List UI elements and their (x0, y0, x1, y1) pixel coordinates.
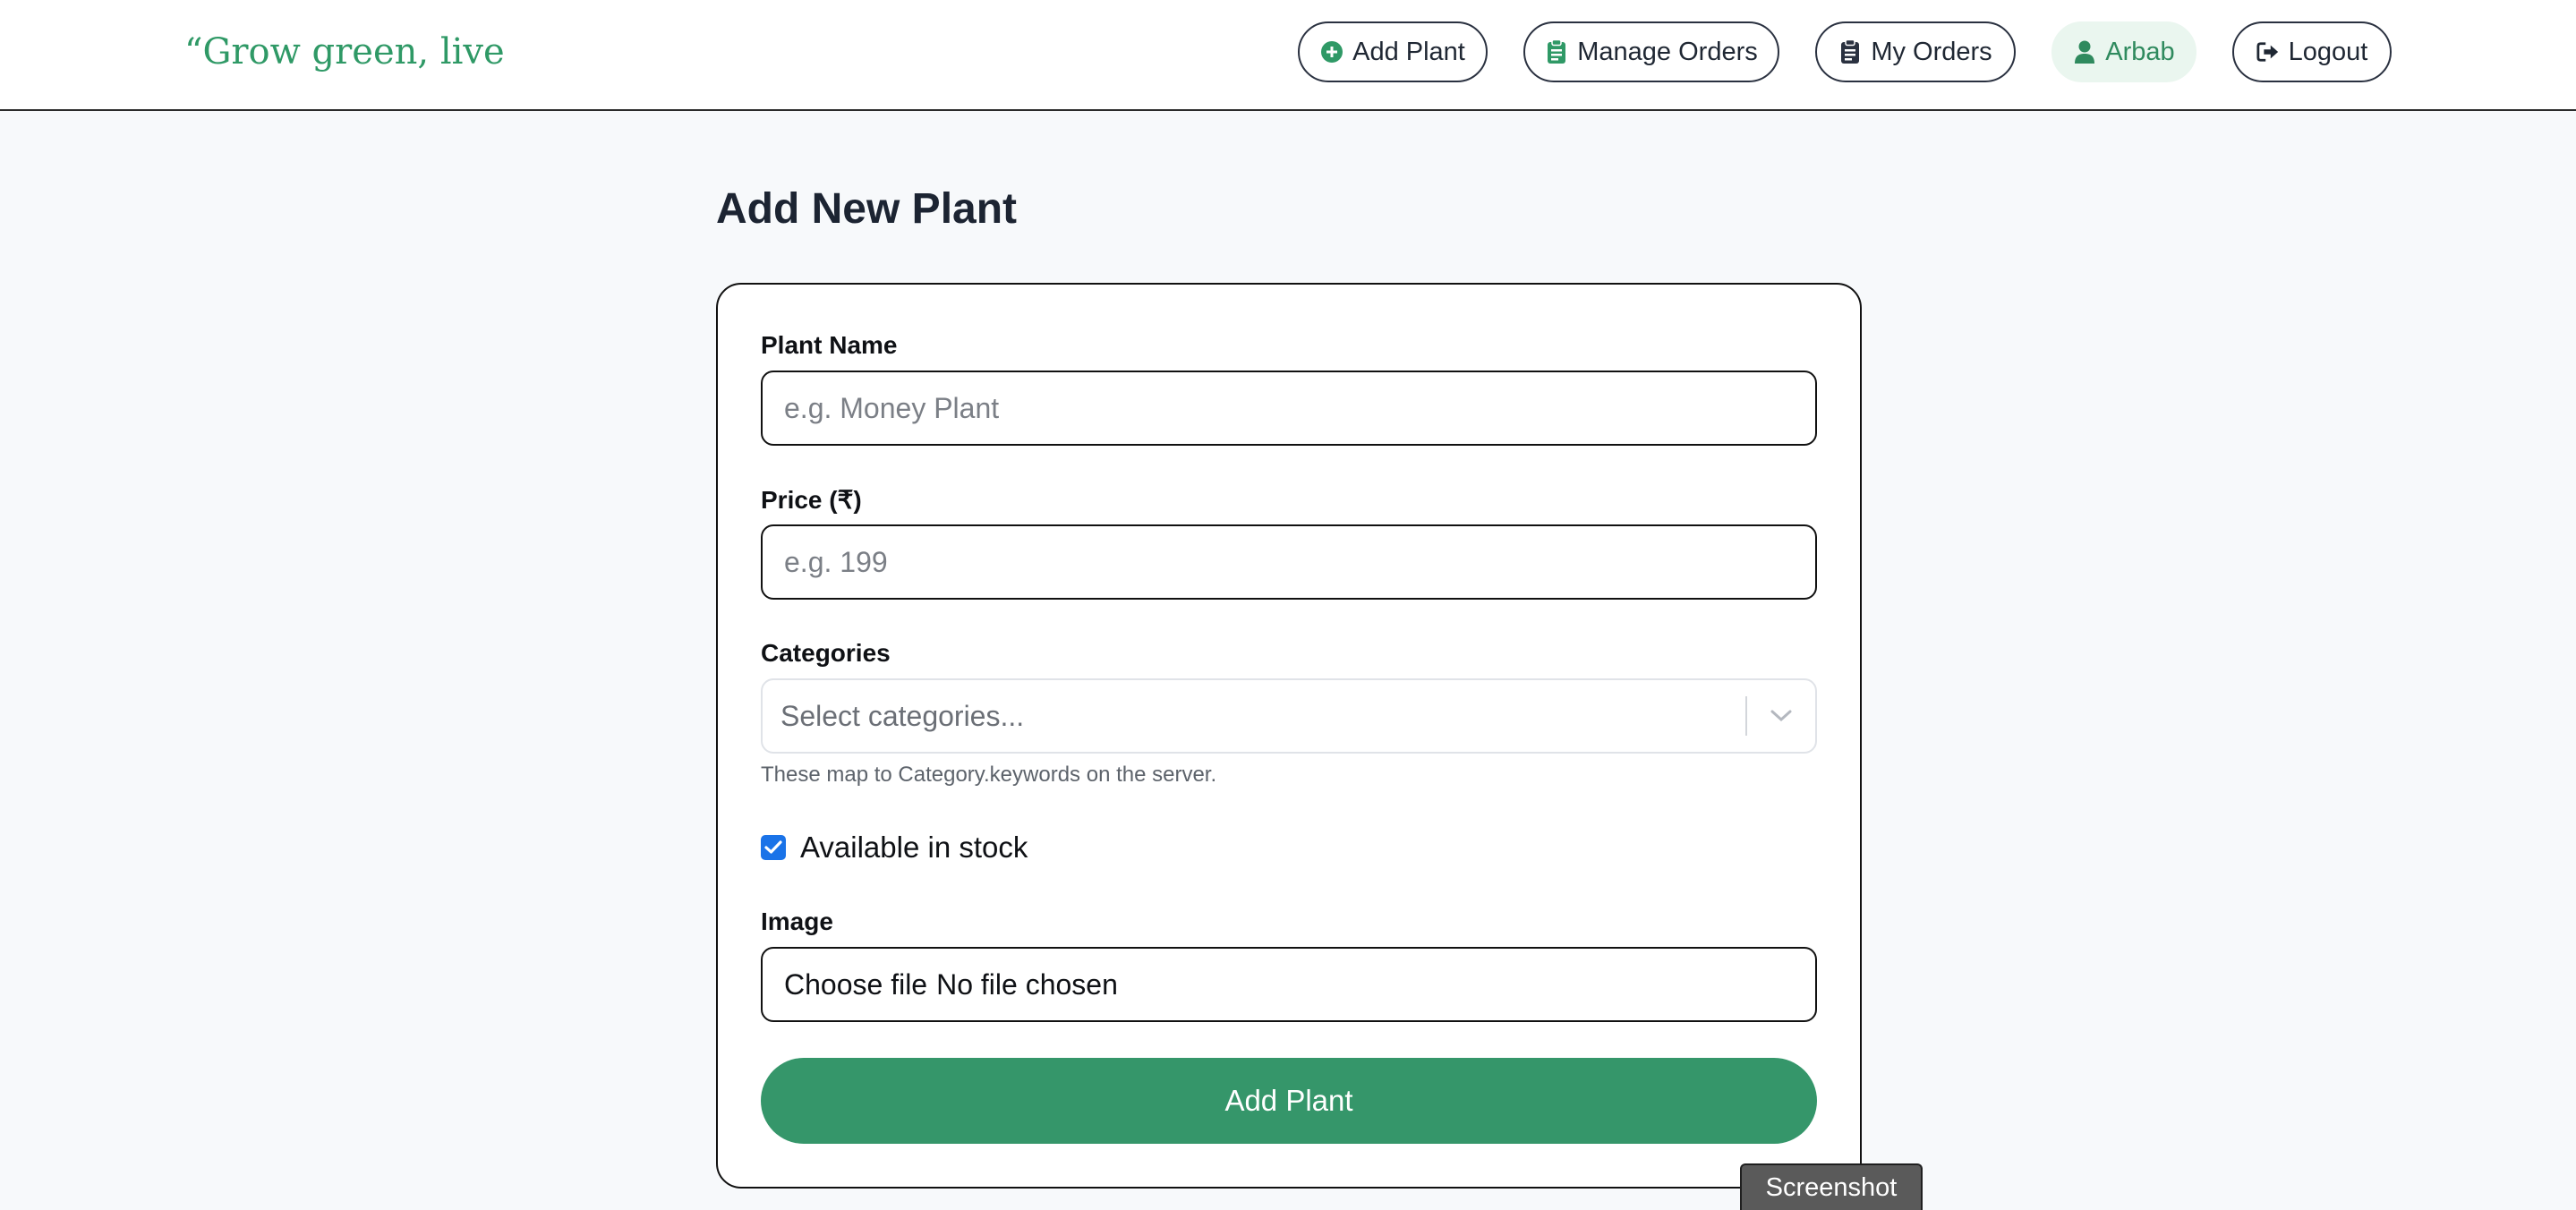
clipboard-icon (1838, 39, 1862, 64)
sign-out-icon (2256, 40, 2280, 64)
add-plant-nav-button[interactable]: Add Plant (1298, 21, 1488, 82)
user-profile-button[interactable]: Arbab (2051, 21, 2196, 82)
categories-hint: These map to Category.keywords on the se… (761, 763, 1217, 787)
manage-orders-nav-button[interactable]: Manage Orders (1523, 21, 1779, 82)
categories-select[interactable]: Select categories... (761, 678, 1817, 754)
add-plant-nav-label: Add Plant (1352, 37, 1465, 66)
plant-name-label: Plant Name (761, 331, 898, 359)
logout-label: Logout (2288, 37, 2368, 66)
plant-name-input[interactable] (761, 371, 1817, 446)
chevron-down-icon[interactable] (1747, 709, 1815, 723)
add-plant-submit-button[interactable]: Add Plant (761, 1058, 1817, 1144)
user-icon (2073, 40, 2096, 64)
brand-tagline[interactable]: “Grow green, live cl (184, 25, 514, 79)
my-orders-nav-label: My Orders (1871, 37, 1992, 66)
plus-circle-icon (1320, 40, 1343, 64)
stock-checkbox-row: Available in stock (761, 831, 1028, 865)
stock-checkbox[interactable] (761, 835, 786, 860)
brand-tagline-text: “Grow green, live c (184, 31, 514, 72)
categories-label: Categories (761, 639, 891, 667)
choose-file-button[interactable]: Choose file (784, 968, 927, 1001)
page-title: Add New Plant (716, 185, 1018, 233)
image-label: Image (761, 908, 833, 935)
my-orders-nav-button[interactable]: My Orders (1815, 21, 2016, 82)
screenshot-tooltip: Screenshot (1740, 1163, 1923, 1210)
clipboard-list-icon (1545, 39, 1568, 64)
file-status-text: No file chosen (936, 967, 1118, 1001)
check-icon (764, 840, 782, 854)
stock-checkbox-label[interactable]: Available in stock (800, 831, 1028, 865)
top-navbar: “Grow green, live cl Add Plant Manage Or… (0, 0, 2576, 111)
price-label: Price (₹) (761, 486, 862, 514)
logout-button[interactable]: Logout (2232, 21, 2392, 82)
image-file-input[interactable]: Choose file No file chosen (761, 947, 1817, 1022)
price-input[interactable] (761, 524, 1817, 600)
manage-orders-nav-label: Manage Orders (1577, 37, 1758, 66)
user-name-label: Arbab (2105, 37, 2175, 66)
categories-placeholder: Select categories... (780, 699, 1025, 732)
